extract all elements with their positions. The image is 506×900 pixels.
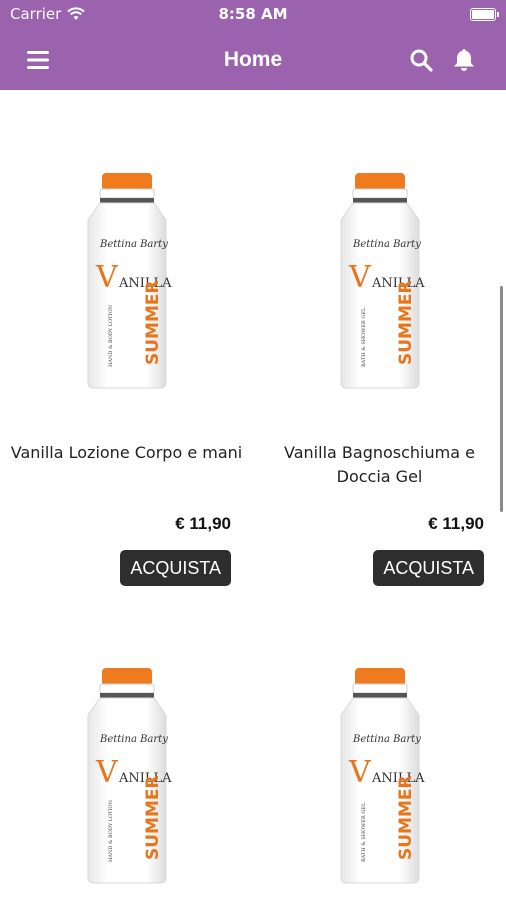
svg-text:Bettina Barty: Bettina Barty (99, 734, 168, 745)
svg-text:HAND & BODY LOTION: HAND & BODY LOTION (108, 799, 114, 862)
svg-text:SUMMER: SUMMER (143, 775, 163, 860)
svg-text:V: V (95, 260, 119, 295)
battery-icon (470, 8, 499, 21)
bottle-image: Bettina Barty V ANILLA SUMMER HAND & BOD… (87, 173, 172, 389)
svg-text:SUMMER: SUMMER (396, 280, 416, 365)
product-image[interactable]: Bettina Barty V ANILLA SUMMER BATH & SHO… (253, 655, 506, 900)
product-image[interactable]: Bettina Barty V ANILLA SUMMER HAND & BOD… (0, 160, 253, 410)
svg-text:Bettina Barty: Bettina Barty (352, 734, 421, 745)
bell-icon (454, 49, 474, 71)
product-name[interactable]: Vanilla Bagnoschiuma e Doccia Gel (263, 441, 496, 489)
svg-text:SUMMER: SUMMER (396, 775, 416, 860)
buy-button[interactable]: ACQUISTA (373, 550, 484, 586)
notifications-button[interactable] (446, 30, 482, 90)
svg-text:BATH & SHOWER GEL: BATH & SHOWER GEL (361, 802, 367, 862)
status-bar: Carrier 8:58 AM (0, 0, 506, 30)
svg-text:SUMMER: SUMMER (143, 280, 163, 365)
product-image[interactable]: Bettina Barty V ANILLA SUMMER HAND & BOD… (0, 655, 253, 900)
svg-text:V: V (95, 755, 119, 790)
navigation-bar: Home (0, 30, 506, 90)
search-icon (410, 49, 433, 72)
bottle-image: Bettina Barty V ANILLA SUMMER BATH & SHO… (340, 668, 425, 884)
svg-text:V: V (348, 260, 372, 295)
svg-text:V: V (348, 755, 372, 790)
search-button[interactable] (403, 30, 439, 90)
buy-button[interactable]: ACQUISTA (120, 550, 231, 586)
clock: 8:58 AM (218, 5, 288, 23)
svg-text:Bettina Barty: Bettina Barty (99, 239, 168, 250)
bottle-image: Bettina Barty V ANILLA SUMMER HAND & BOD… (87, 668, 172, 884)
product-price: € 11,90 (428, 514, 484, 533)
product-image[interactable]: Bettina Barty V ANILLA SUMMER BATH & SHO… (253, 160, 506, 410)
product-name[interactable]: Vanilla Lozione Corpo e mani (10, 441, 243, 465)
product-price: € 11,90 (175, 514, 231, 533)
svg-text:Bettina Barty: Bettina Barty (352, 239, 421, 250)
bottle-image: Bettina Barty V ANILLA SUMMER BATH & SHO… (340, 173, 425, 389)
svg-text:HAND & BODY LOTION: HAND & BODY LOTION (108, 304, 114, 367)
svg-text:BATH & SHOWER GEL: BATH & SHOWER GEL (361, 307, 367, 367)
